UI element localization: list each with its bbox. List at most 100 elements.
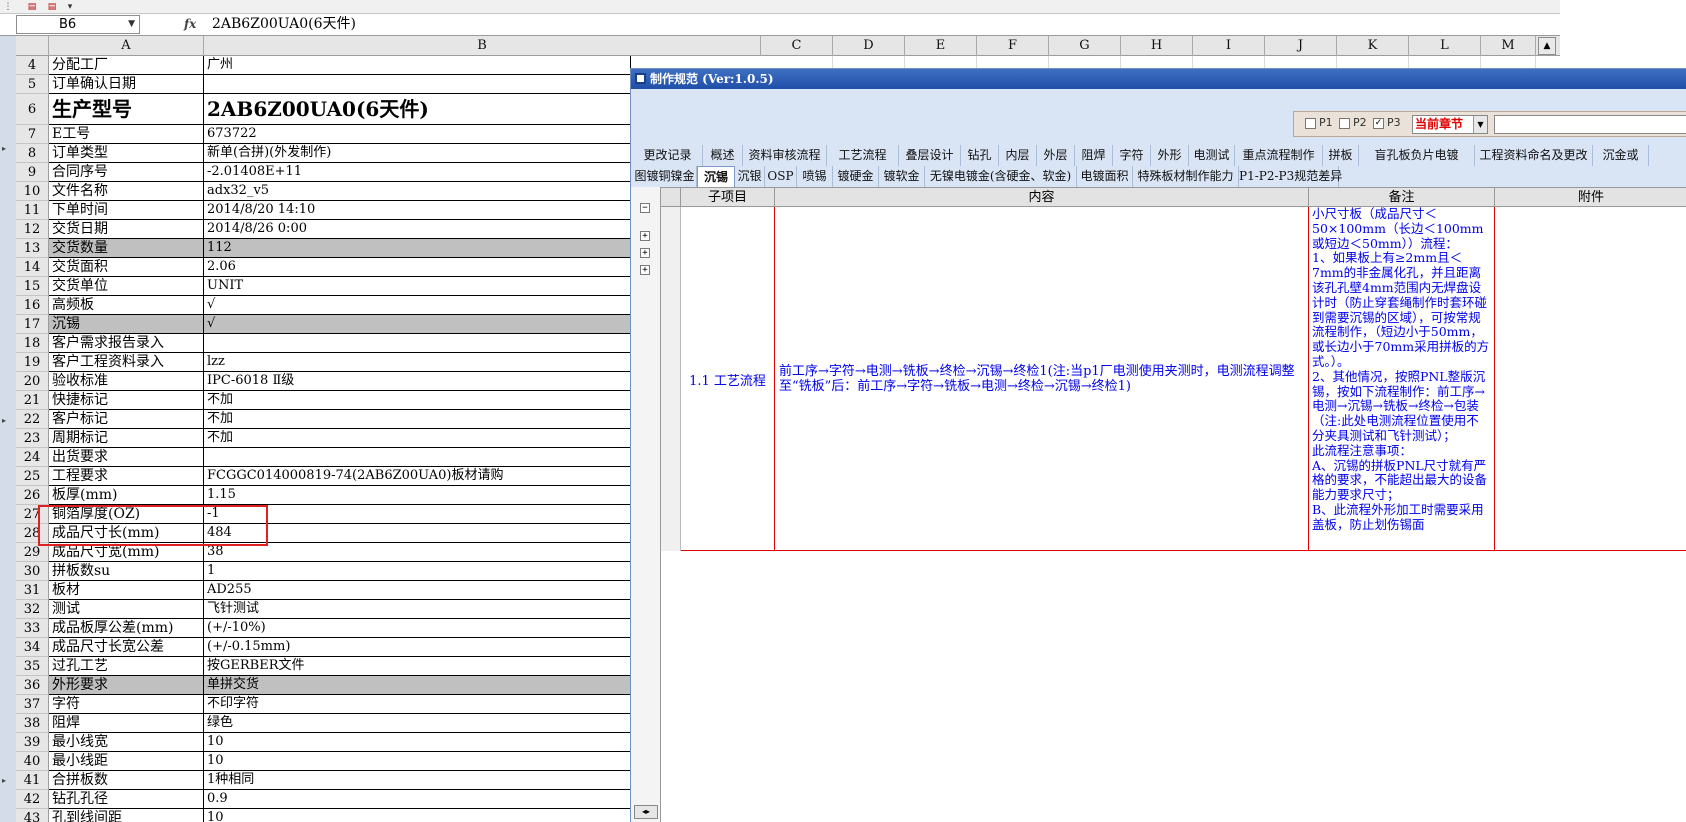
tab-secondary-2[interactable]: 沉锡 bbox=[697, 166, 735, 187]
row-number[interactable]: 26 bbox=[16, 486, 49, 505]
cell-label[interactable]: 铜箔厚度(OZ) bbox=[49, 505, 204, 524]
cell-label[interactable]: 周期标记 bbox=[49, 429, 204, 448]
tab-primary-6[interactable]: 钻孔 bbox=[961, 145, 999, 166]
cell-label[interactable]: 板厚(mm) bbox=[49, 486, 204, 505]
cell-value[interactable]: 10 bbox=[204, 733, 631, 752]
chevron-down-icon[interactable]: ▼ bbox=[128, 16, 135, 33]
row-number[interactable]: 27 bbox=[16, 505, 49, 524]
cell-label[interactable]: 成品尺寸长宽公差 bbox=[49, 638, 204, 657]
row-number[interactable]: 5 bbox=[16, 75, 49, 94]
column-header-g[interactable]: G bbox=[1049, 36, 1121, 56]
tab-primary-8[interactable]: 外层 bbox=[1037, 145, 1075, 166]
tab-secondary-10[interactable]: 特殊板材制作能力 bbox=[1133, 166, 1239, 187]
cell-content[interactable]: 前工序→字符→电测→铣板→终检→沉锡→终检1(注:当p1厂电测使用夹测时，电测流… bbox=[775, 207, 1309, 551]
cell-value[interactable]: adx32_v5 bbox=[204, 182, 631, 201]
cell-value[interactable]: 1.15 bbox=[204, 486, 631, 505]
row-number[interactable]: 7 bbox=[16, 125, 49, 144]
row-number[interactable]: 39 bbox=[16, 733, 49, 752]
cell-label[interactable]: 测试 bbox=[49, 600, 204, 619]
cell-label[interactable]: 最小线距 bbox=[49, 752, 204, 771]
cell-label[interactable]: 工程要求 bbox=[49, 467, 204, 486]
cell-value[interactable]: 0.9 bbox=[204, 790, 631, 809]
column-header-i[interactable]: I bbox=[1193, 36, 1265, 56]
cell-label[interactable]: 文件名称 bbox=[49, 182, 204, 201]
cell-value[interactable]: AD255 bbox=[204, 581, 631, 600]
cell-label[interactable]: 出货要求 bbox=[49, 448, 204, 467]
cell-value[interactable]: 2014/8/20 14:10 bbox=[204, 201, 631, 220]
row-number[interactable]: 35 bbox=[16, 657, 49, 676]
tab-primary-14[interactable]: 拼板 bbox=[1323, 145, 1359, 166]
column-header-f[interactable]: F bbox=[977, 36, 1049, 56]
cell-label[interactable]: 客户标记 bbox=[49, 410, 204, 429]
row-number[interactable]: 8 bbox=[16, 144, 49, 163]
row-number[interactable]: 33 bbox=[16, 619, 49, 638]
row-number[interactable]: 14 bbox=[16, 258, 49, 277]
cell-label[interactable]: 成品尺寸长(mm) bbox=[49, 524, 204, 543]
cell-value[interactable]: 广州 bbox=[204, 56, 631, 75]
cell-value[interactable]: (+/-0.15mm) bbox=[204, 638, 631, 657]
cell-value[interactable]: 2AB6Z00UA0(6天件) bbox=[204, 94, 631, 125]
row-number[interactable]: 40 bbox=[16, 752, 49, 771]
function-icon[interactable]: fx bbox=[184, 16, 200, 33]
tab-primary-7[interactable]: 内层 bbox=[999, 145, 1037, 166]
cell-label[interactable]: 订单确认日期 bbox=[49, 75, 204, 94]
cell-value[interactable]: (+/-10%) bbox=[204, 619, 631, 638]
cell-label[interactable]: 订单类型 bbox=[49, 144, 204, 163]
row-number[interactable]: 22 bbox=[16, 410, 49, 429]
cell-label[interactable]: 客户工程资料录入 bbox=[49, 353, 204, 372]
row-number[interactable]: 15 bbox=[16, 277, 49, 296]
cell-label[interactable]: 客户需求报告录入 bbox=[49, 334, 204, 353]
row-number[interactable]: 12 bbox=[16, 220, 49, 239]
cell-value[interactable]: lzz bbox=[204, 353, 631, 372]
cell-value[interactable]: 不加 bbox=[204, 391, 631, 410]
name-box[interactable]: B6 ▼ bbox=[16, 15, 140, 34]
row-selector[interactable] bbox=[661, 207, 681, 551]
row-number[interactable]: 42 bbox=[16, 790, 49, 809]
row-number[interactable]: 24 bbox=[16, 448, 49, 467]
tab-secondary-7[interactable]: 镀软金 bbox=[879, 166, 925, 187]
cell-label[interactable]: 外形要求 bbox=[49, 676, 204, 695]
row-number[interactable]: 19 bbox=[16, 353, 49, 372]
cell-value[interactable]: 38 bbox=[204, 543, 631, 562]
cell-value[interactable] bbox=[204, 75, 631, 94]
cell-label[interactable]: 阻焊 bbox=[49, 714, 204, 733]
tab-primary-13[interactable]: 重点流程制作 bbox=[1235, 145, 1323, 166]
cell-label[interactable]: 板材 bbox=[49, 581, 204, 600]
expand-icon[interactable]: + bbox=[640, 248, 650, 258]
column-header-h[interactable]: H bbox=[1121, 36, 1193, 56]
cell-sub-item[interactable]: 1.1 工艺流程 bbox=[681, 207, 775, 551]
tab-secondary-11[interactable]: P1-P2-P3规范差异 bbox=[1239, 166, 1342, 187]
header-attachment[interactable]: 附件 bbox=[1495, 188, 1686, 207]
cell-label[interactable]: 成品板厚公差(mm) bbox=[49, 619, 204, 638]
row-number[interactable]: 13 bbox=[16, 239, 49, 258]
cell-label[interactable]: 最小线宽 bbox=[49, 733, 204, 752]
tab-secondary-4[interactable]: OSP bbox=[765, 166, 797, 187]
cell-value[interactable]: 新单(合拼)(外发制作) bbox=[204, 144, 631, 163]
tab-primary-2[interactable]: 概述 bbox=[703, 145, 743, 166]
select-all-corner[interactable] bbox=[16, 36, 49, 56]
pdf-export-icon[interactable]: ▤ bbox=[46, 1, 58, 13]
row-number[interactable]: 36 bbox=[16, 676, 49, 695]
row-number[interactable]: 18 bbox=[16, 334, 49, 353]
tab-primary-16[interactable]: 工程资料命名及更改 bbox=[1475, 145, 1593, 166]
cell-value[interactable]: UNIT bbox=[204, 277, 631, 296]
more-icon[interactable]: ▾ bbox=[64, 1, 76, 13]
cell-value[interactable]: 673722 bbox=[204, 125, 631, 144]
tab-primary-4[interactable]: 工艺流程 bbox=[827, 145, 899, 166]
row-number[interactable]: 16 bbox=[16, 296, 49, 315]
cell-label[interactable]: 分配工厂 bbox=[49, 56, 204, 75]
cell-value[interactable]: 10 bbox=[204, 752, 631, 771]
row-number[interactable]: 10 bbox=[16, 182, 49, 201]
cell-label[interactable]: E工号 bbox=[49, 125, 204, 144]
cell-value[interactable]: 10 bbox=[204, 809, 631, 822]
column-header-b[interactable]: B bbox=[204, 36, 761, 56]
tab-secondary-1[interactable]: 图镀铜镍金 bbox=[633, 166, 697, 187]
tab-secondary-9[interactable]: 电镀面积 bbox=[1077, 166, 1133, 187]
row-number[interactable]: 21 bbox=[16, 391, 49, 410]
cell-value[interactable]: 不加 bbox=[204, 410, 631, 429]
cell-value[interactable]: 单拼交货 bbox=[204, 676, 631, 695]
tab-primary-10[interactable]: 字符 bbox=[1113, 145, 1151, 166]
row-number[interactable]: 6 bbox=[16, 94, 49, 125]
cell-value[interactable]: 2.06 bbox=[204, 258, 631, 277]
cell-label[interactable]: 验收标准 bbox=[49, 372, 204, 391]
